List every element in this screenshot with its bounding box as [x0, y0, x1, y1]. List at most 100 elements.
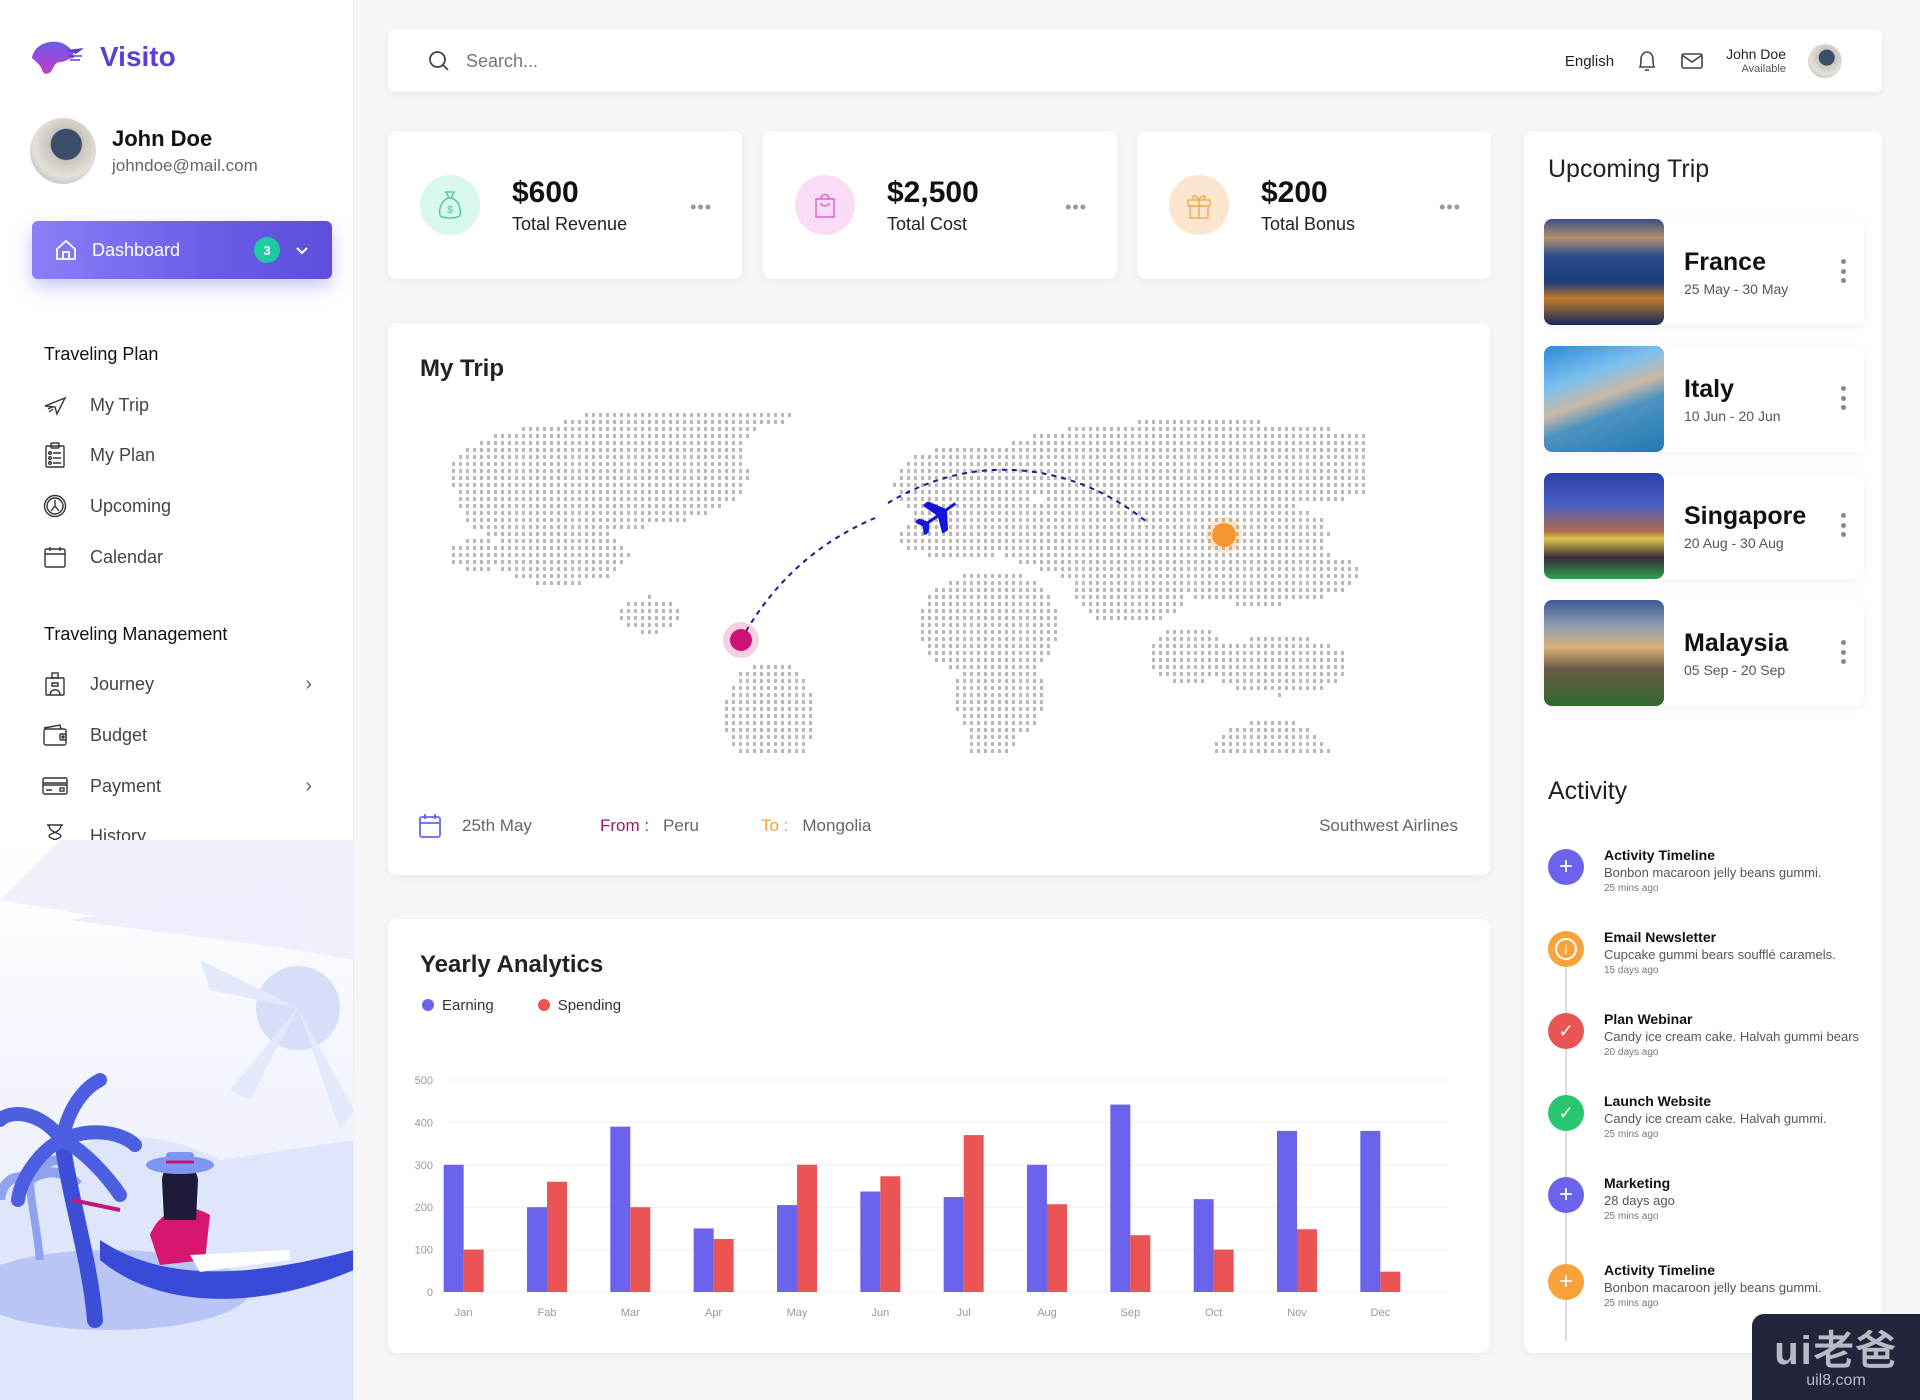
notification-badge: 3: [254, 237, 280, 263]
activity-item[interactable]: i Email Newsletter Cupcake gummi bears so…: [1548, 929, 1868, 976]
sidebar-item-my-plan[interactable]: My Plan: [42, 435, 312, 475]
bar-earning[interactable]: [777, 1205, 797, 1292]
stat-value: $2,500: [887, 175, 979, 209]
sidebar-item-payment[interactable]: Payment ›: [42, 766, 312, 806]
activity-item[interactable]: + Marketing 28 days ago 25 mins ago: [1548, 1175, 1868, 1222]
bar-earning[interactable]: [860, 1191, 881, 1292]
bar-earning[interactable]: [1360, 1130, 1381, 1292]
bar-spending[interactable]: [1213, 1249, 1234, 1292]
nav-label: Calendar: [90, 546, 164, 567]
bar-spending[interactable]: [797, 1164, 817, 1292]
bar-earning[interactable]: [693, 1228, 714, 1292]
y-tick-label: 100: [415, 1245, 433, 1257]
sidebar-item-upcoming[interactable]: Upcoming: [42, 486, 312, 526]
y-tick-label: 500: [415, 1075, 433, 1087]
bar-spending[interactable]: [1047, 1204, 1067, 1292]
trip-item-france[interactable]: France 25 May - 30 May: [1544, 219, 1864, 325]
sidebar-item-journey[interactable]: Journey ›: [42, 664, 312, 704]
more-options-icon[interactable]: [1840, 513, 1846, 537]
bar-earning[interactable]: [1193, 1199, 1214, 1292]
y-tick-label: 300: [415, 1160, 433, 1172]
bar-earning[interactable]: [943, 1197, 964, 1292]
bar-earning[interactable]: [610, 1126, 631, 1292]
bar-earning[interactable]: [1027, 1164, 1047, 1292]
clipboard-icon: [42, 442, 68, 468]
plus-icon: +: [1548, 1264, 1584, 1300]
my-trip-card: My Trip 25th May From : Peru To : Mongol…: [388, 323, 1490, 875]
trip-item-italy[interactable]: Italy 10 Jun - 20 Jun: [1544, 346, 1864, 452]
stat-label: Total Cost: [887, 213, 968, 234]
dashboard-label: Dashboard: [92, 239, 181, 260]
origin-marker[interactable]: [730, 629, 752, 651]
bar-earning[interactable]: [1110, 1104, 1131, 1292]
activity-item[interactable]: + Activity Timeline Bonbon macaroon jelly…: [1548, 1262, 1868, 1309]
bar-earning[interactable]: [527, 1207, 547, 1292]
bell-icon[interactable]: [1636, 49, 1658, 73]
nav-label: Budget: [90, 724, 148, 745]
yearly-analytics-card: Yearly Analytics Earning Spending 0 100 20…: [388, 919, 1490, 1353]
bar-spending[interactable]: [1130, 1235, 1151, 1292]
more-options-icon[interactable]: [1840, 259, 1846, 283]
sidebar-item-calendar[interactable]: Calendar: [42, 537, 312, 577]
bar-spending[interactable]: [630, 1207, 651, 1292]
user-profile[interactable]: John Doe johndoe@mail.com: [30, 118, 258, 184]
more-options-icon[interactable]: [1840, 386, 1846, 410]
trip-name: Malaysia: [1684, 628, 1789, 657]
user-avatar[interactable]: [1808, 44, 1842, 78]
activity-desc: 28 days ago: [1604, 1193, 1675, 1208]
x-tick-label: Fab: [538, 1307, 557, 1319]
activity-title: Activity: [1548, 777, 1628, 805]
user-menu[interactable]: John Doe Available: [1726, 46, 1786, 74]
trip-name: France: [1684, 247, 1766, 276]
calendar-icon: [419, 814, 441, 838]
more-options-icon[interactable]: •••: [690, 197, 712, 218]
home-icon: [56, 239, 76, 260]
bar-spending[interactable]: [1380, 1271, 1401, 1292]
bar-earning[interactable]: [1277, 1130, 1297, 1292]
trip-image: [1544, 600, 1664, 706]
right-panel: Upcoming Trip France 25 May - 30 May Ital…: [1524, 131, 1882, 1353]
activity-item[interactable]: ✓ Plan Webinar Candy ice cream cake. Halv…: [1548, 1011, 1868, 1058]
bar-spending[interactable]: [963, 1135, 984, 1292]
more-options-icon[interactable]: •••: [1065, 197, 1087, 218]
sidebar-item-my-trip[interactable]: My Trip: [42, 385, 312, 425]
more-options-icon[interactable]: •••: [1439, 197, 1461, 218]
info-icon: i: [1548, 931, 1584, 967]
profile-email: johndoe@mail.com: [112, 156, 258, 175]
trip-item-singapore[interactable]: Singapore 20 Aug - 30 Aug: [1544, 473, 1864, 579]
sidebar: Visito John Doe johndoe@mail.com Dashboa…: [0, 0, 354, 1400]
language-selector[interactable]: English: [1565, 53, 1614, 70]
bar-spending[interactable]: [880, 1176, 901, 1292]
search-input[interactable]: [466, 50, 1565, 72]
bar-earning[interactable]: [443, 1164, 464, 1292]
y-tick-label: 200: [415, 1202, 433, 1214]
bar-spending[interactable]: [713, 1239, 734, 1292]
stat-label: Total Revenue: [512, 213, 628, 234]
chevron-right-icon[interactable]: ›: [305, 673, 312, 696]
plus-icon: +: [1548, 849, 1584, 885]
money-bag-icon: $: [420, 175, 480, 235]
sidebar-item-dashboard[interactable]: Dashboard 3: [32, 221, 332, 279]
chevron-right-icon[interactable]: ›: [305, 775, 312, 798]
activity-title: Marketing: [1604, 1175, 1671, 1191]
sidebar-item-budget[interactable]: Budget: [42, 715, 312, 755]
logo[interactable]: Visito: [30, 36, 176, 78]
map-dots: [452, 413, 1365, 753]
more-options-icon[interactable]: [1840, 640, 1846, 664]
mail-icon[interactable]: [1680, 51, 1704, 71]
activity-title: Activity Timeline: [1604, 847, 1716, 863]
activity-item[interactable]: ✓ Launch Website Candy ice cream cake. Ha…: [1548, 1093, 1868, 1140]
activity-item[interactable]: + Activity Timeline Bonbon macaroon jelly…: [1548, 847, 1868, 894]
chevron-down-icon[interactable]: [294, 242, 310, 258]
trip-details: 25th May From : Peru To : Mongolia South…: [418, 813, 1458, 839]
bar-spending[interactable]: [547, 1181, 567, 1292]
bar-spending[interactable]: [1297, 1229, 1317, 1292]
app-name: Visito: [100, 41, 176, 72]
bar-spending[interactable]: [463, 1249, 484, 1292]
trip-item-malaysia[interactable]: Malaysia 05 Sep - 20 Sep: [1544, 600, 1864, 706]
activity-time: 20 days ago: [1604, 1047, 1659, 1058]
trip-name: Italy: [1684, 374, 1735, 403]
trip-date: 25th May: [462, 816, 532, 835]
x-tick-label: Jan: [455, 1307, 473, 1319]
destination-marker[interactable]: [1212, 523, 1236, 547]
